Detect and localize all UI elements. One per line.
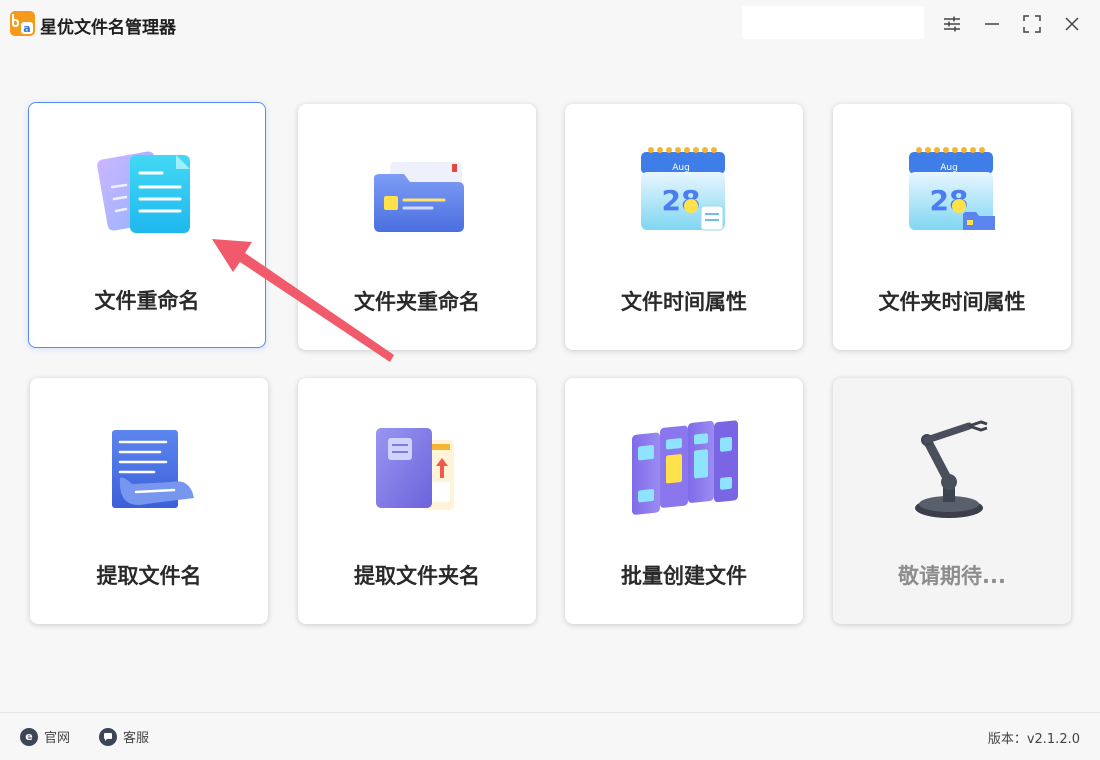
minimize-icon[interactable] — [980, 12, 1004, 36]
svg-text:a: a — [23, 22, 30, 35]
card-batch-create[interactable]: 批量创建文件 — [565, 378, 803, 624]
folder-icon — [362, 144, 472, 248]
calendar-folder-icon: Aug 28 — [897, 144, 1007, 248]
card-file-rename[interactable]: 文件重命名 — [28, 102, 266, 348]
chat-icon — [99, 727, 117, 746]
browser-icon: e — [20, 727, 38, 746]
card-label: 文件夹重命名 — [354, 290, 480, 314]
calendar-file-icon: Aug 28 — [629, 144, 739, 248]
version-text: 版本：v2.1.2.0 — [987, 732, 1080, 747]
calendar-month: Aug — [940, 163, 958, 173]
support-label: 客服 — [123, 731, 150, 746]
calendar-month: Aug — [672, 163, 690, 173]
card-coming-soon: 敬请期待... — [833, 378, 1071, 624]
sliders-icon[interactable] — [940, 12, 964, 36]
books-icon — [624, 418, 744, 522]
card-folder-time[interactable]: Aug 28 文件夹时间属性 — [833, 104, 1071, 350]
app-title: 星优文件名管理器 — [40, 18, 176, 38]
footer: e 官网 客服 版本：v2.1.2.0 — [0, 712, 1100, 760]
robot-arm-icon — [897, 418, 1007, 522]
title-bar: a 星优文件名管理器 — [0, 0, 1100, 48]
scroll-document-icon — [94, 418, 204, 522]
card-extract-filename[interactable]: 提取文件名 — [30, 378, 268, 624]
title-search-input[interactable] — [742, 6, 924, 39]
card-label: 敬请期待... — [898, 564, 1006, 588]
card-label: 提取文件名 — [96, 564, 202, 588]
close-icon[interactable] — [1060, 12, 1084, 36]
support-link[interactable]: 客服 — [99, 727, 149, 746]
documents-icon — [92, 143, 202, 247]
card-label: 文件时间属性 — [621, 290, 747, 314]
card-label: 批量创建文件 — [621, 564, 747, 588]
card-extract-foldername[interactable]: 提取文件夹名 — [298, 378, 536, 624]
card-label: 提取文件夹名 — [354, 564, 480, 588]
app-logo-icon: a — [10, 11, 35, 36]
website-link[interactable]: e 官网 — [20, 727, 70, 746]
card-folder-rename[interactable]: 文件夹重命名 — [298, 104, 536, 350]
card-file-time[interactable]: Aug 28 文件时间属性 — [565, 104, 803, 350]
card-label: 文件重命名 — [94, 289, 200, 313]
website-label: 官网 — [44, 731, 71, 746]
maximize-icon[interactable] — [1020, 12, 1044, 36]
binder-icon — [362, 418, 472, 522]
card-label: 文件夹时间属性 — [878, 290, 1026, 314]
